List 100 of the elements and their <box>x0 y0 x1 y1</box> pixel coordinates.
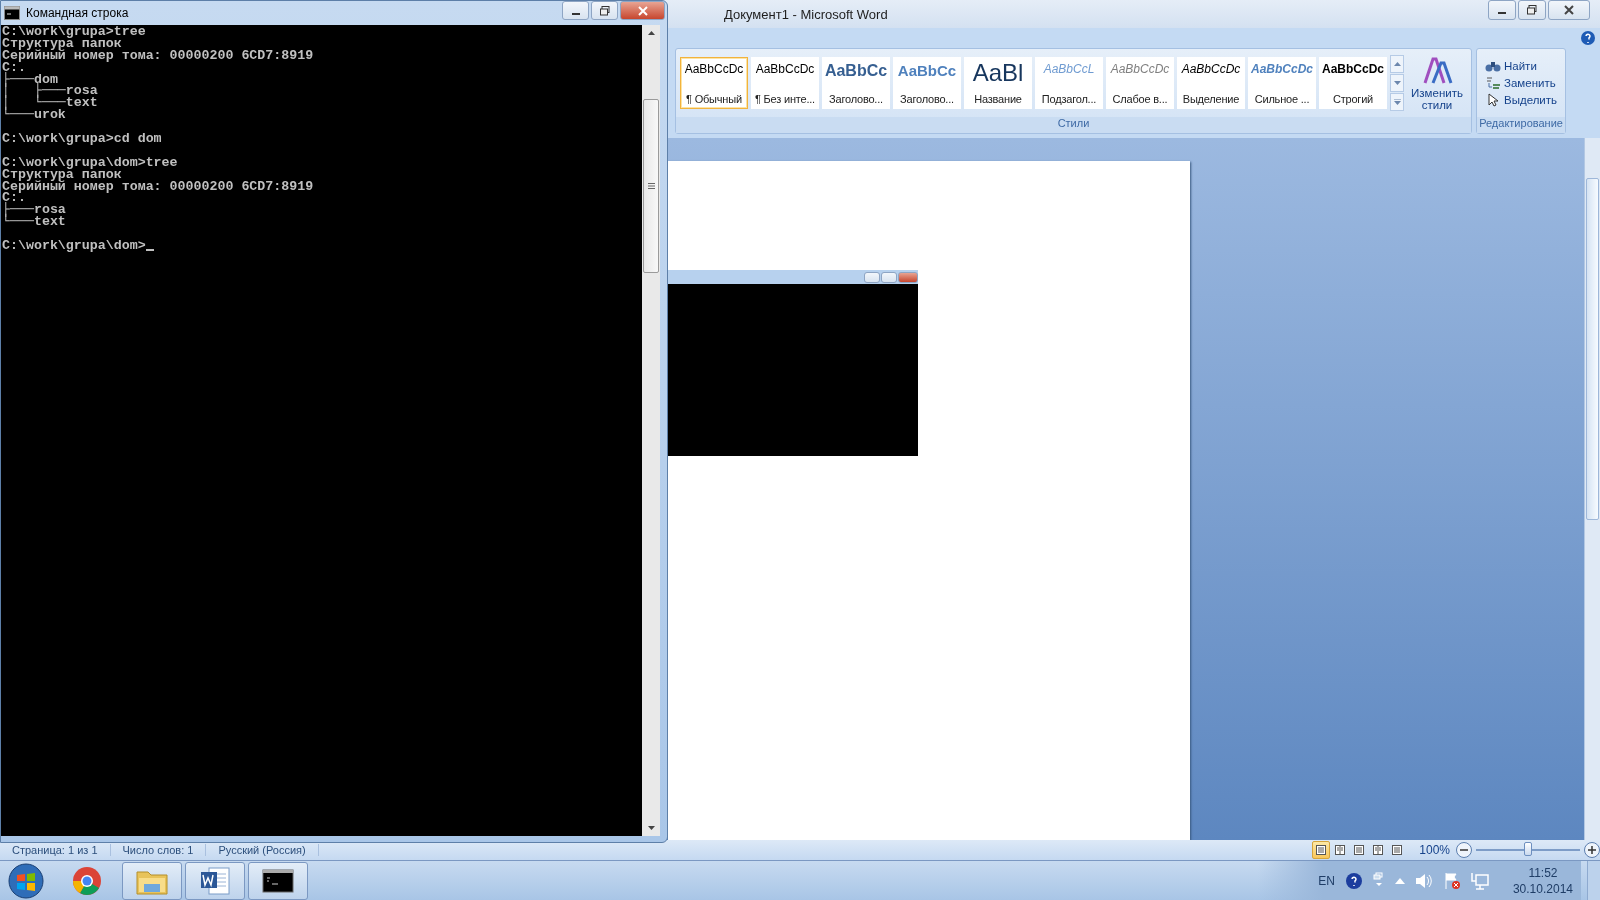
style-tile[interactable]: AaBbCcDc Слабое в... <box>1106 57 1174 109</box>
style-tile[interactable]: AaBbCc Заголово... <box>893 57 961 109</box>
group-label: Редактирование <box>1477 117 1566 133</box>
binoculars-icon <box>1485 59 1501 73</box>
style-preview: AaBbCcDc <box>755 62 815 76</box>
text-cursor <box>145 248 154 251</box>
view-icon <box>1391 844 1404 856</box>
style-tile[interactable]: AaBbCc Заголово... <box>822 57 890 109</box>
maximize-icon <box>1527 5 1537 15</box>
status-text: Число слов: 1 <box>110 844 207 856</box>
cursor-icon <box>1485 93 1501 107</box>
terminal-line: Структура папок <box>2 37 122 50</box>
minimize-button[interactable] <box>1488 0 1516 20</box>
style-preview: AaBbCcDc <box>1322 62 1384 76</box>
minimize-icon <box>571 12 580 15</box>
style-preview: AaBbCcDc <box>1251 62 1313 76</box>
grip-icon <box>647 183 655 189</box>
terminal-line: Структура папок <box>2 168 122 181</box>
style-tile[interactable]: AaBl Название <box>964 57 1032 109</box>
style-preview: AaBbCcDc <box>1181 62 1241 76</box>
style-tile[interactable]: AaBbCcDc Строгий <box>1319 57 1387 109</box>
close-button[interactable] <box>1548 0 1590 20</box>
console-icon <box>4 6 20 20</box>
style-label: Заголово... <box>900 93 954 105</box>
scroll-down-button[interactable] <box>1390 74 1404 92</box>
style-label: Слабое в... <box>1112 93 1168 105</box>
style-label: ¶ Без инте... <box>755 93 815 105</box>
maximize-button[interactable] <box>591 1 618 20</box>
style-preview: AaBbCc <box>897 62 957 79</box>
help-icon[interactable] <box>1344 871 1363 890</box>
more-button[interactable] <box>1390 93 1404 111</box>
style-tile[interactable]: AaBbCcL Подзагол... <box>1035 57 1103 109</box>
view-icon <box>1334 844 1347 856</box>
terminal-line: C:\work\grupa>cd dom <box>2 133 162 145</box>
clock[interactable]: 11:52 30.10.2014 <box>1512 864 1573 897</box>
edit-button[interactable]: Заменить <box>1485 76 1558 90</box>
taskbar-button[interactable] <box>248 861 308 900</box>
scrollbar[interactable] <box>1584 138 1600 840</box>
plus-icon <box>1588 846 1596 854</box>
style-preview: AaBl <box>972 62 1024 84</box>
scroll-thumb[interactable] <box>643 99 659 273</box>
zoom-thumb[interactable] <box>1524 842 1532 856</box>
style-tile[interactable]: AaBbCcDc ¶ Без инте... <box>751 57 819 109</box>
close-button[interactable] <box>898 271 918 283</box>
terminal-line: C:\work\grupa\dom>tree <box>2 156 178 169</box>
more-arrow-icon <box>1393 99 1401 105</box>
style-preview: AaBbCc <box>824 62 888 80</box>
scroll-up-button[interactable] <box>1390 55 1404 73</box>
style-label: ¶ Обычный <box>686 93 742 105</box>
view-icon <box>1353 844 1366 856</box>
style-label: Сильное ... <box>1254 93 1310 105</box>
down-arrow-icon <box>1393 81 1401 85</box>
replace-icon <box>1485 76 1501 90</box>
close-button[interactable] <box>620 1 665 20</box>
group-label: Стили <box>676 117 1471 133</box>
style-preview: AaBbCcL <box>1043 62 1095 76</box>
status-text: Страница: 1 из 1 <box>0 844 111 856</box>
close-icon <box>1564 5 1574 15</box>
zoom-out-button[interactable] <box>1456 842 1472 858</box>
window-title: Документ1 - Microsoft Word <box>724 6 889 22</box>
edit-button[interactable]: Найти <box>1485 59 1558 73</box>
view-icon <box>1315 844 1328 856</box>
change-styles-button[interactable]: Изменить стили <box>1407 55 1467 111</box>
zoom-label[interactable]: 100% <box>1419 843 1450 857</box>
terminal-line: Серийный номер тома: 00000200 6CD7:8919 <box>2 180 314 193</box>
style-preview: AaBbCcDc <box>684 62 744 76</box>
style-label: Название <box>974 93 1022 105</box>
up-arrow-icon <box>1393 62 1401 66</box>
status-text: Русский (Россия) <box>206 844 319 856</box>
style-preview: AaBbCcDc <box>1110 62 1170 76</box>
edit-button[interactable]: Выделить <box>1485 93 1558 107</box>
terminal-line: Серийный номер тома: 00000200 6CD7:8919 <box>2 49 314 62</box>
maximize-icon <box>599 5 610 16</box>
zoom-in-button[interactable] <box>1584 842 1600 858</box>
style-label: Выделение <box>1182 93 1240 105</box>
document-icon[interactable] <box>199 865 231 896</box>
view-button[interactable] <box>1312 841 1331 859</box>
style-tile[interactable]: AaBbCcDc ¶ Обычный <box>680 57 748 109</box>
help-icon[interactable] <box>1580 30 1596 46</box>
terminal-line: C:\work\grupa>tree <box>2 26 146 38</box>
minus-icon <box>1460 846 1468 854</box>
taskbar-button[interactable] <box>185 861 245 900</box>
style-label: Строгий <box>1332 93 1374 105</box>
flag-icon[interactable] <box>1442 871 1461 890</box>
maximize-button[interactable] <box>1518 0 1546 20</box>
windows-orb-icon[interactable] <box>8 862 44 899</box>
style-tile[interactable]: AaBbCcDc Сильное ... <box>1248 57 1316 109</box>
window-title: Командная строка <box>26 6 130 20</box>
close-icon <box>637 5 648 16</box>
terminal-icon[interactable] <box>262 868 294 893</box>
style-label: Заголово... <box>829 93 883 105</box>
down-arrow-icon <box>647 826 655 830</box>
style-tile[interactable]: AaBbCcDc Выделение <box>1177 57 1245 109</box>
up-arrow-icon <box>647 31 655 35</box>
minimize-icon <box>1498 12 1506 14</box>
language-indicator: EN <box>1318 873 1335 888</box>
minimize-button[interactable] <box>562 1 589 20</box>
scrollbar[interactable] <box>642 25 660 836</box>
style-label: Подзагол... <box>1041 93 1097 105</box>
chrome-icon[interactable] <box>72 865 102 896</box>
